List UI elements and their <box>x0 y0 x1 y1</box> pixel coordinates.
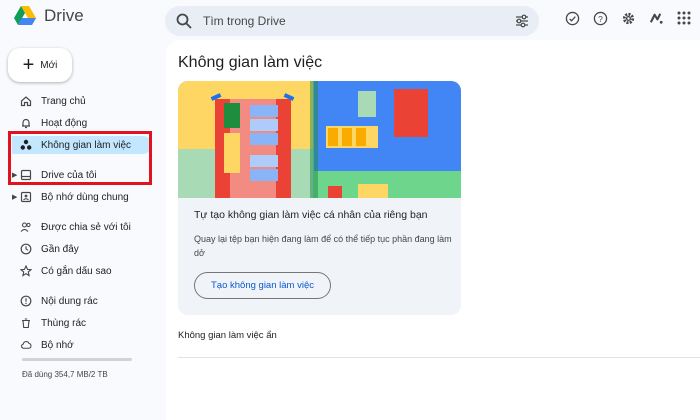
sidebar-item-starred[interactable]: Có gắn dấu sao <box>0 262 160 280</box>
search-input[interactable] <box>203 14 515 28</box>
svg-text:?: ? <box>598 13 603 23</box>
sidebar-item-home[interactable]: Trang chủ <box>0 92 160 110</box>
page-title: Không gian làm việc <box>178 54 323 71</box>
new-button-label: Mới <box>40 59 58 71</box>
sidebar-item-label: Được chia sẻ với tôi <box>41 221 131 233</box>
card-title: Tự tạo không gian làm việc cá nhân của r… <box>194 209 428 221</box>
sidebar-item-spam[interactable]: Nội dung rác <box>0 292 160 310</box>
search-options-icon[interactable] <box>515 14 529 28</box>
header-actions: ? <box>564 10 692 26</box>
plus-icon: + <box>22 54 35 76</box>
expand-arrow-icon[interactable]: ▶ <box>12 193 17 201</box>
storage-usage-bar <box>22 358 132 361</box>
bell-icon <box>20 117 32 129</box>
sidebar-item-label: Nội dung rác <box>41 295 98 307</box>
search-icon[interactable] <box>175 12 193 30</box>
sidebar-item-shared-with-me[interactable]: Được chia sẻ với tôi <box>0 218 160 236</box>
hidden-workspaces-heading: Không gian làm việc ẩn <box>178 330 277 341</box>
help-icon[interactable]: ? <box>592 10 608 26</box>
sidebar-item-activity[interactable]: Hoạt động <box>0 114 160 132</box>
search-bar[interactable] <box>165 6 539 36</box>
create-workspace-button[interactable]: Tạo không gian làm việc <box>194 272 331 299</box>
create-workspace-card: Tự tạo không gian làm việc cá nhân của r… <box>178 81 461 315</box>
sidebar-item-label: Có gắn dấu sao <box>41 265 112 277</box>
people-icon <box>20 221 32 233</box>
sidebar-item-label: Bộ nhớ dùng chung <box>41 191 129 203</box>
ready-offline-icon[interactable] <box>564 10 580 26</box>
app-name: Drive <box>44 6 84 25</box>
drive-logo[interactable]: Drive <box>14 6 84 26</box>
sidebar-item-shared-drives[interactable]: ▶ Bộ nhớ dùng chung <box>0 188 160 206</box>
main-content: Không gian làm việc Tự tạo không gian là… <box>166 40 700 420</box>
apps-grid-icon[interactable] <box>676 10 692 26</box>
storage-usage-text: Đã dùng 354,7 MB/2 TB <box>22 370 108 379</box>
sidebar-item-storage[interactable]: Bộ nhớ <box>0 336 160 354</box>
sidebar-item-label: Trang chủ <box>41 95 86 107</box>
sidebar-item-recent[interactable]: Gần đây <box>0 240 160 258</box>
sidebar-item-label: Thùng rác <box>41 317 87 329</box>
sidebar-item-label: Hoạt động <box>41 117 88 129</box>
gemini-icon[interactable] <box>648 10 664 26</box>
section-divider <box>178 357 700 358</box>
clock-icon <box>20 243 32 255</box>
sidebar-item-trash[interactable]: Thùng rác <box>0 314 160 332</box>
card-description: Quay lại tệp bạn hiện đang làm để có thể… <box>194 234 452 258</box>
settings-icon[interactable] <box>620 10 636 26</box>
spam-icon <box>20 295 32 307</box>
trash-icon <box>20 317 32 329</box>
drive-logo-icon <box>14 6 36 25</box>
sidebar-item-label: Bộ nhớ <box>41 339 74 351</box>
star-icon <box>20 265 32 277</box>
sidebar-item-label: Gần đây <box>41 243 79 255</box>
highlight-annotation-box <box>8 131 152 185</box>
home-icon <box>20 95 32 107</box>
shared-drives-icon <box>20 191 32 203</box>
workspace-illustration <box>178 81 461 198</box>
cloud-icon <box>20 339 32 351</box>
new-button[interactable]: + Mới <box>8 48 72 82</box>
